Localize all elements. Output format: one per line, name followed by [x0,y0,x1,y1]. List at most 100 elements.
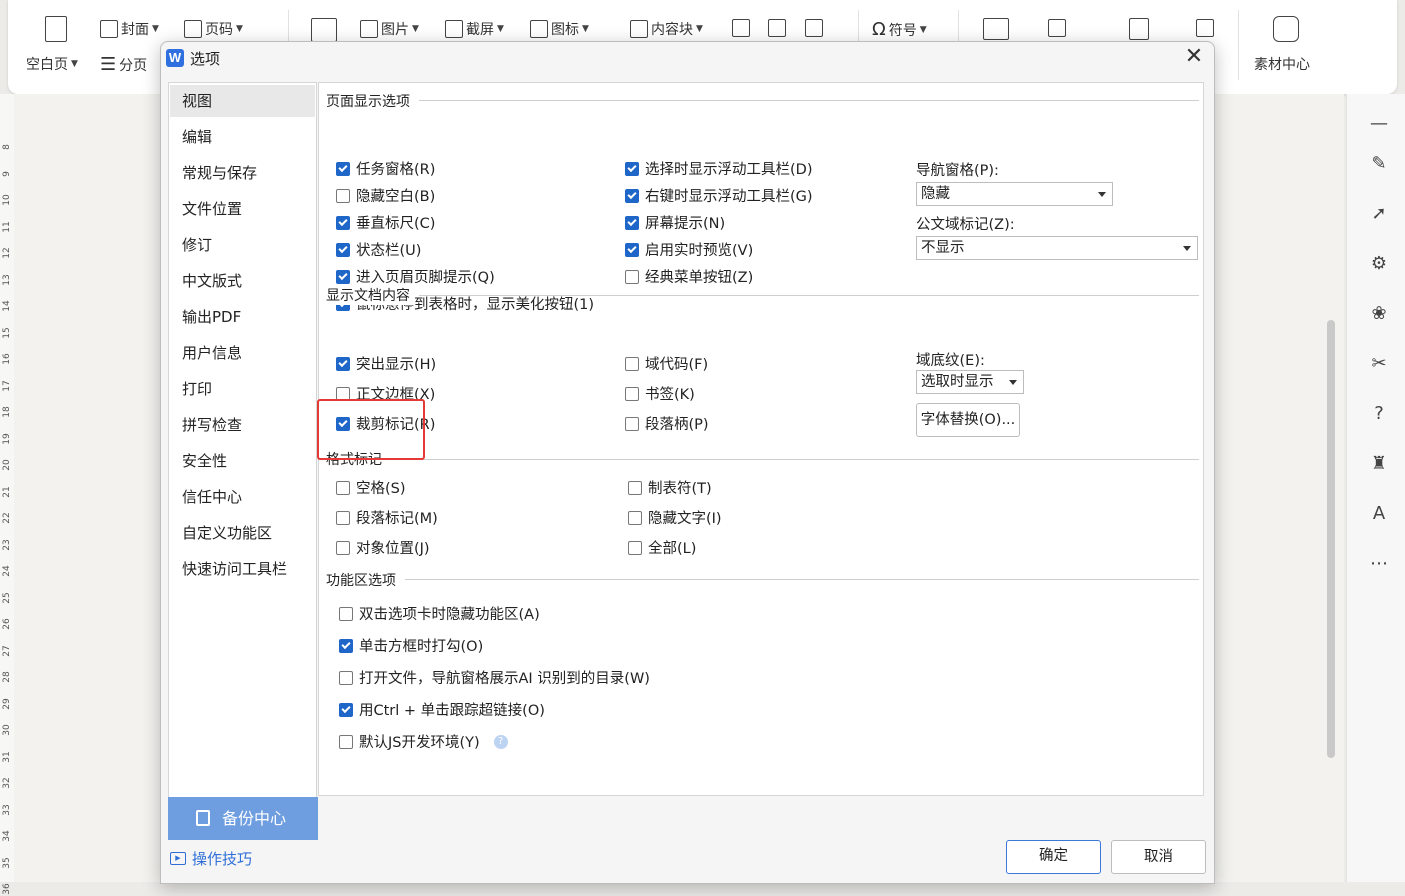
nav-item[interactable]: 拼写检查 [170,409,315,441]
nav-item[interactable]: 修订 [170,229,315,261]
option-checkbox[interactable]: 用Ctrl + 单击跟踪超链接(O) [339,699,545,720]
blank-page-button[interactable]: 空白页 ▼ [26,54,78,74]
option-checkbox[interactable]: 状态栏(U) [336,239,421,260]
picture-button[interactable]: 图片 ▼ [360,19,419,39]
checkbox-checked-icon[interactable] [336,215,350,230]
material-icon[interactable]: ❀ [1369,304,1389,324]
screenshot-button[interactable]: 截屏 ▼ [445,19,504,39]
content-block-button[interactable]: 内容块 ▼ [630,19,703,39]
vertical-scrollbar[interactable] [1327,320,1335,758]
checkbox-checked-icon[interactable] [339,638,353,653]
option-checkbox[interactable]: 全部(L) [628,537,696,558]
option-checkbox[interactable]: 任务窗格(R) [336,158,435,179]
nav-item[interactable]: 自定义功能区 [170,517,315,549]
checkbox-checked-icon[interactable] [336,269,350,284]
option-checkbox[interactable]: 选择时显示浮动工具栏(D) [625,158,812,179]
option-checkbox[interactable]: 打开文件，导航窗格展示AI 识别到的目录(W) [339,667,650,688]
operation-tips-link[interactable]: ▶ 操作技巧 [170,848,252,869]
checkbox-checked-icon[interactable] [625,161,639,176]
close-icon[interactable]: ✕ [1182,45,1206,69]
checkbox-unchecked-icon[interactable] [339,670,353,685]
shapes-icon[interactable] [805,19,823,37]
table-icon[interactable] [311,18,337,42]
checkbox-unchecked-icon[interactable] [625,269,639,284]
checkbox-unchecked-icon[interactable] [625,356,639,371]
option-checkbox[interactable]: 进入页眉页脚提示(Q) [336,266,495,287]
tools-icon[interactable]: ✂ [1369,354,1389,374]
nav-item[interactable]: 中文版式 [170,265,315,297]
option-checkbox[interactable]: 启用实时预览(V) [625,239,753,260]
smartart-icon[interactable] [768,19,786,37]
nav-item[interactable]: 快速访问工具栏 [170,553,315,585]
checkbox-checked-icon[interactable] [336,242,350,257]
field-shading-select[interactable]: 选取时显示 [916,370,1024,394]
pen-icon[interactable]: ✎ [1369,154,1389,174]
checkbox-unchecked-icon[interactable] [625,386,639,401]
option-checkbox[interactable]: 屏幕提示(N) [625,212,725,233]
option-checkbox[interactable]: 段落标记(M) [336,507,438,528]
doc-field-select[interactable]: 不显示 [916,236,1198,260]
checkbox-unchecked-icon[interactable] [628,510,642,525]
checkbox-checked-icon[interactable] [339,702,353,717]
nav-item[interactable]: 安全性 [170,445,315,477]
option-checkbox[interactable]: 段落柄(P) [625,413,709,434]
material-center-button[interactable]: 素材中心 [1254,54,1310,74]
nav-item[interactable]: 输出PDF [170,301,315,333]
option-checkbox[interactable]: 双击选项卡时隐藏功能区(A) [339,603,540,624]
nav-item[interactable]: 文件位置 [170,193,315,225]
checkbox-unchecked-icon[interactable] [339,606,353,621]
translate-icon[interactable]: A [1369,504,1389,524]
nav-item[interactable]: 常规与保存 [170,157,315,189]
help-icon[interactable]: ? [493,734,508,749]
cursor-icon[interactable]: ➚ [1369,204,1389,224]
option-checkbox[interactable]: 经典菜单按钮(Z) [625,266,753,287]
checkbox-unchecked-icon[interactable] [339,734,353,749]
field-icon[interactable] [1129,18,1149,40]
option-checkbox[interactable]: 正文边框(X) [336,383,435,404]
option-checkbox[interactable]: 单击方框时打勾(O) [339,635,483,656]
attachment-icon[interactable] [1196,19,1214,37]
nav-item[interactable]: 用户信息 [170,337,315,369]
checkbox-unchecked-icon[interactable] [336,480,350,495]
checkbox-checked-icon[interactable] [336,356,350,371]
font-substitution-button[interactable]: 字体替换(O)... [916,403,1020,437]
checkbox-unchecked-icon[interactable] [336,510,350,525]
option-checkbox[interactable]: 对象位置(J) [336,537,430,558]
page-number-button[interactable]: 页码 ▼ [184,19,243,39]
comment-icon[interactable] [983,18,1009,40]
checkbox-unchecked-icon[interactable] [628,540,642,555]
collapse-icon[interactable]: — [1369,114,1389,134]
help-icon[interactable]: ? [1369,404,1389,424]
option-checkbox[interactable]: 书签(K) [625,383,695,404]
option-checkbox[interactable]: 制表符(T) [628,477,712,498]
ok-button[interactable]: 确定 [1006,840,1101,874]
option-checkbox[interactable]: 默认JS开发环境(Y)? [339,731,508,752]
checkbox-unchecked-icon[interactable] [336,540,350,555]
option-checkbox[interactable]: 右键时显示浮动工具栏(G) [625,185,813,206]
option-checkbox[interactable]: 突出显示(H) [336,353,436,374]
option-checkbox[interactable]: 域代码(F) [625,353,708,374]
shirt-icon[interactable]: ♜ [1369,454,1389,474]
nav-item[interactable]: 编辑 [170,121,315,153]
checkbox-checked-icon[interactable] [336,161,350,176]
option-checkbox[interactable]: 隐藏文字(I) [628,507,722,528]
page-break-button[interactable]: ☰ 分页 [100,54,147,75]
checkbox-checked-icon[interactable] [625,188,639,203]
checkbox-checked-icon[interactable] [625,215,639,230]
more-icon[interactable]: ⋯ [1369,554,1389,574]
checkbox-checked-icon[interactable] [336,416,350,431]
sliders-icon[interactable]: ⚙ [1369,254,1389,274]
checkbox-unchecked-icon[interactable] [628,480,642,495]
nav-item[interactable]: 信任中心 [170,481,315,513]
checkbox-checked-icon[interactable] [625,242,639,257]
symbol-button[interactable]: Ω 符号 ▼ [872,19,927,40]
nav-item[interactable]: 打印 [170,373,315,405]
chart-icon[interactable] [732,19,750,37]
option-checkbox[interactable]: 隐藏空白(B) [336,185,435,206]
nav-item[interactable]: 视图 [170,85,315,117]
backup-center-button[interactable]: 备份中心 [168,797,318,840]
nav-pane-select[interactable]: 隐藏 [916,182,1113,206]
checkbox-unchecked-icon[interactable] [336,386,350,401]
cancel-button[interactable]: 取消 [1111,840,1206,874]
icons-button[interactable]: 图标 ▼ [530,19,589,39]
